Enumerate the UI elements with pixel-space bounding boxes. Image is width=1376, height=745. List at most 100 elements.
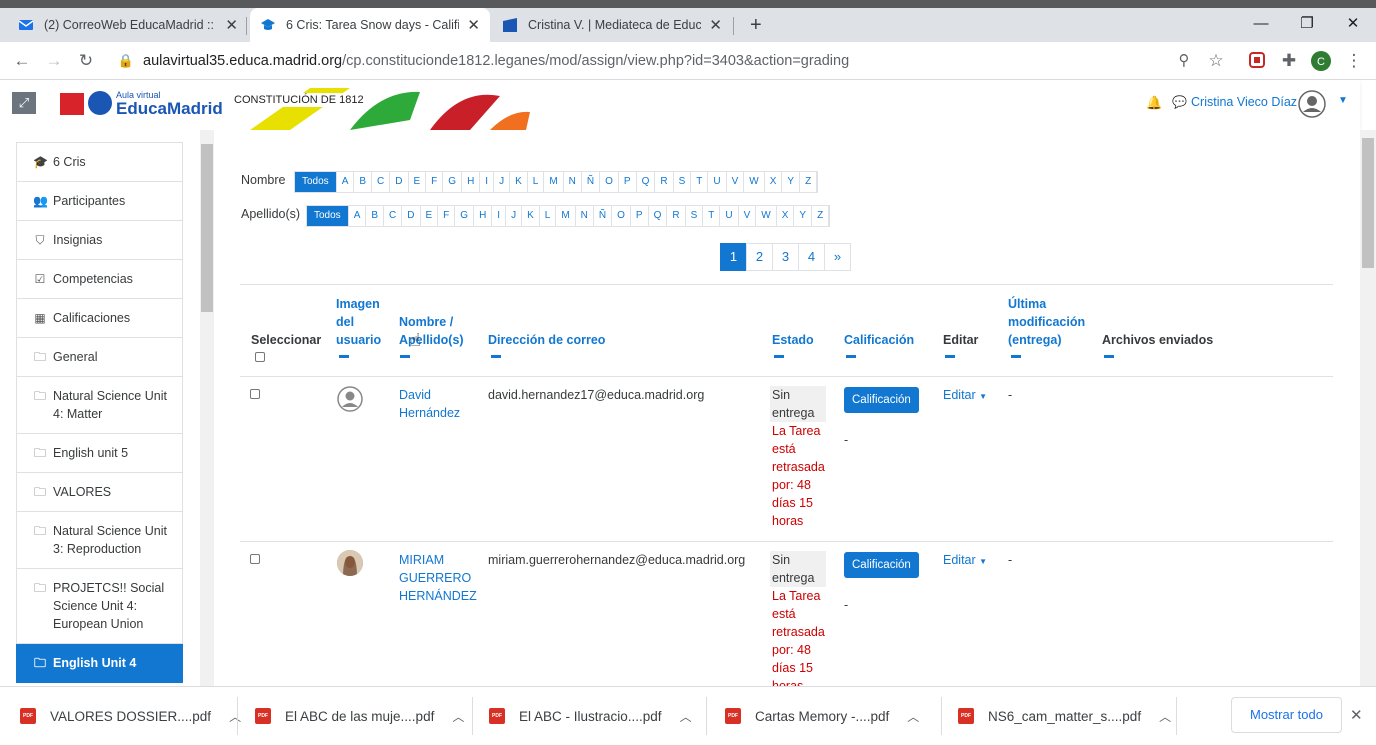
- nombre-filter-letter[interactable]: S: [674, 172, 692, 192]
- apellido-filter-letter[interactable]: Q: [649, 206, 668, 226]
- sidebar-item-english-unit-4[interactable]: 🗀 English Unit 4: [16, 644, 183, 683]
- col-header-image[interactable]: Imagen del usuario: [336, 295, 386, 349]
- nombre-filter-letter[interactable]: E: [409, 172, 427, 192]
- apellido-filter-all[interactable]: Todos: [307, 206, 349, 226]
- apellido-filter-letter[interactable]: F: [438, 206, 456, 226]
- sidebar-item-insignias[interactable]: ⛉ Insignias: [16, 221, 183, 260]
- sidebar-item-participantes[interactable]: 👥 Participantes: [16, 182, 183, 221]
- nombre-filter-letter[interactable]: O: [600, 172, 619, 192]
- collapse-column-icon[interactable]: [400, 355, 410, 358]
- collapse-column-icon[interactable]: [491, 355, 501, 358]
- extensions-puzzle-icon[interactable]: ✚: [1279, 51, 1299, 71]
- apellido-filter-letter[interactable]: V: [739, 206, 757, 226]
- chevron-up-icon[interactable]: ︿: [452, 708, 464, 725]
- nombre-filter-letter[interactable]: J: [494, 172, 511, 192]
- apellido-filter-letter[interactable]: Z: [812, 206, 830, 226]
- next-page-button[interactable]: »: [824, 243, 851, 271]
- page-scrollbar-thumb[interactable]: [1362, 138, 1374, 268]
- apellido-filter-letter[interactable]: N: [576, 206, 594, 226]
- apellido-filter-letter[interactable]: O: [612, 206, 631, 226]
- user-avatar[interactable]: [1298, 90, 1326, 123]
- apellido-filter-letter[interactable]: B: [366, 206, 385, 226]
- col-header-status[interactable]: Estado: [772, 331, 814, 349]
- nombre-filter-letter[interactable]: P: [619, 172, 637, 192]
- show-all-downloads-button[interactable]: Mostrar todo: [1231, 697, 1342, 733]
- edit-menu[interactable]: Editar ▼: [943, 386, 987, 406]
- nombre-filter-letter[interactable]: G: [443, 172, 463, 192]
- chevron-up-icon[interactable]: ︿: [229, 708, 241, 725]
- minimize-icon[interactable]: —: [1238, 8, 1284, 40]
- col-header-grade[interactable]: Calificación: [844, 331, 914, 349]
- col-header-email[interactable]: Dirección de correo: [488, 331, 605, 349]
- row-select-checkbox[interactable]: [250, 554, 260, 564]
- nombre-filter-letter[interactable]: D: [390, 172, 409, 192]
- sidebar-item-english-unit-5[interactable]: 🗀 English unit 5: [16, 434, 183, 473]
- notifications-bell-icon[interactable]: 🔔: [1146, 95, 1162, 111]
- row-select-checkbox[interactable]: [250, 389, 260, 399]
- close-tab-icon[interactable]: ✕: [709, 16, 722, 34]
- page-2-button[interactable]: 2: [746, 243, 773, 271]
- sidebar-item-calificaciones[interactable]: ▦ Calificaciones: [16, 299, 183, 338]
- grade-button[interactable]: Calificación: [844, 387, 919, 413]
- apellido-filter-letter[interactable]: I: [492, 206, 507, 226]
- nombre-filter-letter[interactable]: H: [462, 172, 481, 192]
- apellido-filter-letter[interactable]: T: [703, 206, 721, 226]
- page-3-button[interactable]: 3: [772, 243, 799, 271]
- nombre-filter-letter[interactable]: L: [528, 172, 545, 192]
- apellido-filter-letter[interactable]: L: [540, 206, 557, 226]
- collapse-column-icon[interactable]: [774, 355, 784, 358]
- close-tab-icon[interactable]: ✕: [225, 16, 238, 34]
- grade-button[interactable]: Calificación: [844, 552, 919, 578]
- sidebar-item-competencias[interactable]: ☑ Competencias: [16, 260, 183, 299]
- chevron-up-icon[interactable]: ︿: [907, 708, 919, 725]
- nombre-filter-letter[interactable]: V: [727, 172, 745, 192]
- nombre-filter-letter[interactable]: C: [372, 172, 391, 192]
- chevron-up-icon[interactable]: ︿: [680, 708, 692, 725]
- apellido-filter-letter[interactable]: G: [455, 206, 475, 226]
- sidebar-item-6-cris[interactable]: 🎓 6 Cris: [16, 142, 183, 182]
- apellido-filter-letter[interactable]: H: [474, 206, 493, 226]
- tab-correoweb[interactable]: (2) CorreoWeb EducaMadrid :: IN ✕: [8, 8, 248, 42]
- close-tab-icon[interactable]: ✕: [467, 16, 480, 34]
- back-icon[interactable]: ←: [12, 51, 32, 71]
- nombre-filter-letter[interactable]: M: [544, 172, 564, 192]
- tab-mediateca[interactable]: Cristina V. | Mediateca de Educal ✕: [492, 8, 732, 42]
- profile-avatar[interactable]: C: [1311, 51, 1331, 76]
- collapse-column-icon[interactable]: [339, 355, 349, 358]
- student-name-link[interactable]: David Hernández: [399, 386, 469, 422]
- sidebar-item-general[interactable]: 🗀 General: [16, 338, 183, 377]
- collapse-column-icon[interactable]: [1104, 355, 1114, 358]
- sidebar-item-natural-science-unit-4[interactable]: 🗀 Natural Science Unit 4: Matter: [16, 377, 183, 434]
- page-4-button[interactable]: 4: [798, 243, 825, 271]
- apellido-filter-letter[interactable]: K: [522, 206, 540, 226]
- apellido-filter-letter[interactable]: A: [349, 206, 367, 226]
- close-downloads-icon[interactable]: ✕: [1350, 706, 1363, 724]
- tab-snow-days[interactable]: 6 Cris: Tarea Snow days - Califica ✕: [250, 8, 490, 42]
- apellido-filter-letter[interactable]: Ñ: [594, 206, 613, 226]
- extension-pocket-icon[interactable]: [1247, 52, 1267, 73]
- sidebar-item-projects-social-science[interactable]: 🗀 PROJETCS!! Social Science Unit 4: Europ…: [16, 569, 183, 644]
- apellido-filter-letter[interactable]: M: [556, 206, 576, 226]
- sidebar-item-valores[interactable]: 🗀 VALORES: [16, 473, 183, 512]
- zoom-icon[interactable]: ⚲: [1174, 51, 1194, 69]
- apellido-filter-letter[interactable]: X: [777, 206, 795, 226]
- nombre-filter-letter[interactable]: B: [354, 172, 373, 192]
- browser-menu-icon[interactable]: ⋮: [1344, 51, 1364, 71]
- nombre-filter-letter[interactable]: Q: [637, 172, 656, 192]
- user-name[interactable]: Cristina Vieco Díaz: [1191, 95, 1297, 109]
- apellido-filter-letter[interactable]: Y: [794, 206, 813, 226]
- restore-icon[interactable]: ❐: [1284, 8, 1330, 40]
- apellido-filter-letter[interactable]: E: [421, 206, 439, 226]
- nombre-filter-letter[interactable]: W: [744, 172, 765, 192]
- edit-menu[interactable]: Editar ▼: [943, 551, 987, 571]
- download-item[interactable]: PDF VALORES DOSSIER....pdf ︿: [20, 687, 241, 745]
- user-menu-chevron-icon[interactable]: ▼: [1338, 95, 1348, 106]
- nombre-filter-letter[interactable]: R: [655, 172, 674, 192]
- nombre-filter-letter[interactable]: X: [765, 172, 783, 192]
- select-all-checkbox[interactable]: [255, 352, 265, 362]
- apellido-filter-letter[interactable]: U: [720, 206, 739, 226]
- apellido-filter-letter[interactable]: J: [506, 206, 523, 226]
- apellido-filter-letter[interactable]: P: [631, 206, 649, 226]
- page-1-button[interactable]: 1: [720, 243, 747, 271]
- messages-icon[interactable]: 💬: [1172, 95, 1187, 109]
